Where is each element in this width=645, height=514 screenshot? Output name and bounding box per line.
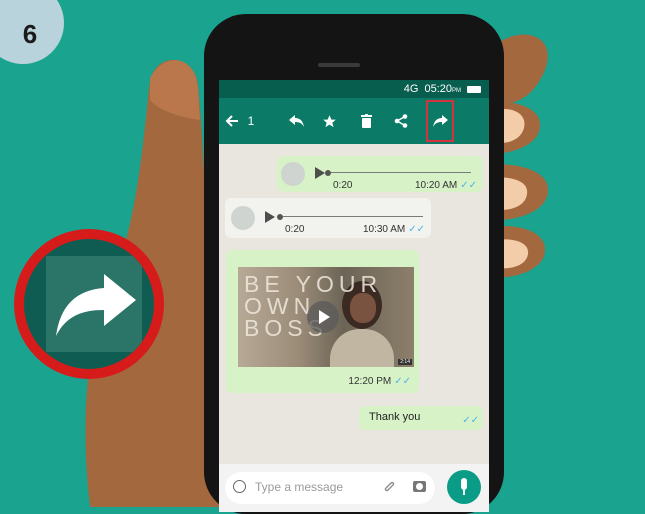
callout-highlight xyxy=(46,256,142,352)
phone-speaker xyxy=(318,63,360,67)
message-text: Thank you xyxy=(369,411,421,423)
microphone-stem xyxy=(463,490,465,495)
message-input[interactable]: Type a message xyxy=(225,472,435,504)
microphone-icon xyxy=(461,478,467,490)
step-number: 6 xyxy=(22,19,38,49)
illustration: 6 4G 05:20PM 1 0:20 10:20 AM ✓✓ 0:20 10:… xyxy=(0,0,645,514)
share-button[interactable] xyxy=(390,98,412,144)
reply-button[interactable] xyxy=(285,98,309,144)
status-bar: 4G 05:20PM xyxy=(219,80,489,98)
forward-button[interactable] xyxy=(424,98,456,144)
read-ticks-icon: ✓✓ xyxy=(460,180,477,191)
read-ticks-icon: ✓✓ xyxy=(394,376,411,387)
battery-icon xyxy=(467,85,481,93)
avatar xyxy=(281,162,305,186)
microphone-button[interactable] xyxy=(447,470,481,504)
chat-area: 0:20 10:20 AM ✓✓ 0:20 10:30 AM ✓✓ BE YOUR … xyxy=(219,144,489,464)
delete-button[interactable] xyxy=(356,98,376,144)
video-duration: 2:14 xyxy=(398,359,412,365)
play-icon[interactable] xyxy=(265,211,275,223)
star-icon xyxy=(322,114,336,127)
forward-callout xyxy=(24,239,154,369)
read-ticks-icon: ✓✓ xyxy=(408,224,425,235)
play-icon[interactable] xyxy=(315,167,325,179)
reply-icon xyxy=(289,115,304,127)
message-time: 10:20 AM ✓✓ xyxy=(414,180,477,191)
play-icon[interactable] xyxy=(307,301,339,333)
voice-duration: 0:20 xyxy=(333,180,353,191)
forward-icon xyxy=(56,274,136,336)
text-message[interactable]: Thank you ✓✓ xyxy=(359,406,483,430)
input-bar: Type a message xyxy=(219,464,489,512)
selection-toolbar: 1 xyxy=(219,98,489,144)
voice-duration: 0:20 xyxy=(285,224,305,235)
phone-screen: 4G 05:20PM 1 0:20 10:20 AM ✓✓ 0:20 10:30… xyxy=(219,80,489,512)
voice-message-incoming[interactable]: 0:20 10:30 AM ✓✓ xyxy=(225,198,431,238)
voice-message-outgoing[interactable]: 0:20 10:20 AM ✓✓ xyxy=(277,156,483,192)
voice-waveform xyxy=(331,172,471,173)
emoji-icon[interactable] xyxy=(233,480,246,493)
share-icon xyxy=(394,114,408,128)
camera-icon[interactable] xyxy=(413,481,426,492)
seek-knob[interactable] xyxy=(277,214,283,220)
voice-waveform xyxy=(283,216,423,217)
paperclip-icon[interactable] xyxy=(383,480,395,497)
clock: 05:20PM xyxy=(424,83,461,95)
input-placeholder: Type a message xyxy=(255,480,344,494)
selected-count: 1 xyxy=(247,114,255,128)
read-ticks-icon: ✓✓ xyxy=(462,415,479,426)
video-thumbnail[interactable]: BE YOUR OWN BOSS 2:14 xyxy=(238,267,414,367)
star-button[interactable] xyxy=(317,98,341,144)
arrow-left-icon xyxy=(225,115,238,127)
network-label: 4G xyxy=(403,83,419,95)
forward-icon xyxy=(433,115,448,127)
delete-icon xyxy=(360,114,372,128)
seek-knob[interactable] xyxy=(325,170,331,176)
back-button[interactable] xyxy=(221,98,243,144)
message-time: 10:30 AM ✓✓ xyxy=(362,224,425,235)
video-message[interactable]: BE YOUR OWN BOSS 2:14 12:20 PM ✓✓ xyxy=(226,250,419,393)
message-time: 12:20 PM ✓✓ xyxy=(348,376,411,387)
avatar xyxy=(231,206,255,230)
